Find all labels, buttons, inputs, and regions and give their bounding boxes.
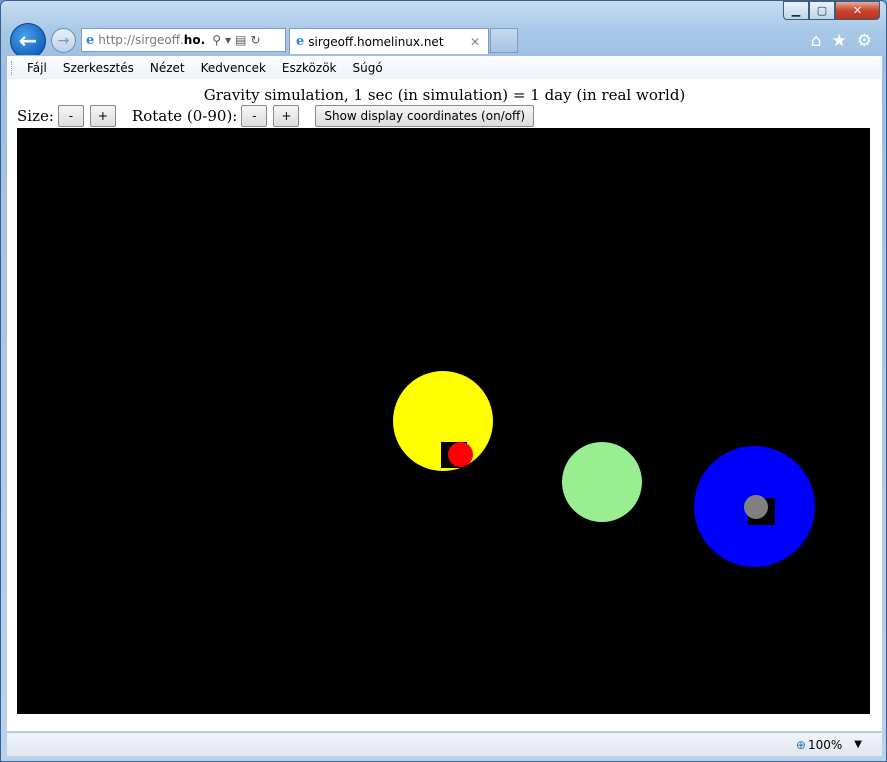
search-icon[interactable]: ⚲ bbox=[212, 33, 221, 47]
forward-arrow-icon: → bbox=[57, 32, 70, 49]
tab-title: sirgeoff.homelinux.net bbox=[308, 34, 444, 49]
dropdown-icon[interactable]: ▾ bbox=[225, 33, 231, 47]
menu-view[interactable]: Nézet bbox=[150, 61, 185, 75]
rotate-plus-button[interactable]: + bbox=[273, 105, 300, 127]
tools-gear-icon[interactable]: ⚙ bbox=[857, 31, 872, 51]
home-icon[interactable]: ⌂ bbox=[811, 31, 822, 51]
simulation-canvas[interactable] bbox=[17, 128, 870, 714]
green-body bbox=[562, 442, 642, 522]
forward-button[interactable]: → bbox=[51, 28, 76, 53]
refresh-icon[interactable]: ↻ bbox=[250, 33, 260, 47]
tab-active[interactable]: e sirgeoff.homelinux.net ✕ bbox=[289, 28, 489, 54]
caption-buttons: ▁ ▢ ✕ bbox=[783, 1, 880, 20]
controls-row: Size: - + Rotate (0-90): - + Show displa… bbox=[17, 104, 535, 128]
minimize-button[interactable]: ▁ bbox=[783, 1, 809, 20]
rotate-minus-button[interactable]: - bbox=[241, 105, 268, 127]
zoom-level[interactable]: 100% bbox=[808, 738, 842, 752]
rotate-label: Rotate (0-90): bbox=[131, 107, 238, 125]
menu-bar: Fájl Szerkesztés Nézet Kedvencek Eszközö… bbox=[7, 55, 882, 79]
menu-edit[interactable]: Szerkesztés bbox=[63, 61, 134, 75]
size-plus-button[interactable]: + bbox=[89, 105, 116, 127]
browser-window: ▁ ▢ ✕ ← → e http://sirgeoff.ho... ⚲ ▾ ▤ … bbox=[0, 0, 887, 762]
size-minus-button[interactable]: - bbox=[57, 105, 84, 127]
zoom-icon[interactable]: ⊕ bbox=[796, 738, 806, 752]
status-bar: ⊕ 100% ▼ bbox=[7, 732, 882, 756]
display-coordinates-button[interactable]: Show display coordinates (on/off) bbox=[315, 105, 535, 127]
menu-help[interactable]: Súgó bbox=[353, 61, 383, 75]
new-tab-button[interactable] bbox=[490, 28, 518, 53]
tab-close-icon[interactable]: ✕ bbox=[470, 35, 480, 49]
page-heading: Gravity simulation, 1 sec (in simulation… bbox=[203, 86, 686, 104]
compat-view-icon[interactable]: ▤ bbox=[235, 33, 246, 47]
ie-tab-icon: e bbox=[296, 34, 305, 49]
close-button[interactable]: ✕ bbox=[835, 1, 880, 20]
size-label: Size: bbox=[17, 107, 54, 125]
back-button[interactable]: ← bbox=[10, 23, 46, 59]
page-content: Gravity simulation, 1 sec (in simulation… bbox=[7, 79, 882, 731]
red-body bbox=[448, 442, 473, 467]
favorites-star-icon[interactable]: ★ bbox=[832, 31, 847, 51]
menu-file[interactable]: Fájl bbox=[27, 61, 47, 75]
ie-page-icon: e bbox=[86, 32, 95, 48]
address-text: http://sirgeoff.ho... bbox=[98, 33, 206, 47]
address-bar[interactable]: e http://sirgeoff.ho... ⚲ ▾ ▤ ↻ bbox=[81, 28, 286, 52]
menu-tools[interactable]: Eszközök bbox=[282, 61, 337, 75]
menu-grip bbox=[11, 61, 14, 75]
gray-body bbox=[744, 495, 768, 519]
zoom-dropdown-icon[interactable]: ▼ bbox=[854, 739, 862, 750]
back-arrow-icon: ← bbox=[18, 28, 38, 54]
menu-favorites[interactable]: Kedvencek bbox=[201, 61, 266, 75]
maximize-button[interactable]: ▢ bbox=[809, 1, 835, 20]
